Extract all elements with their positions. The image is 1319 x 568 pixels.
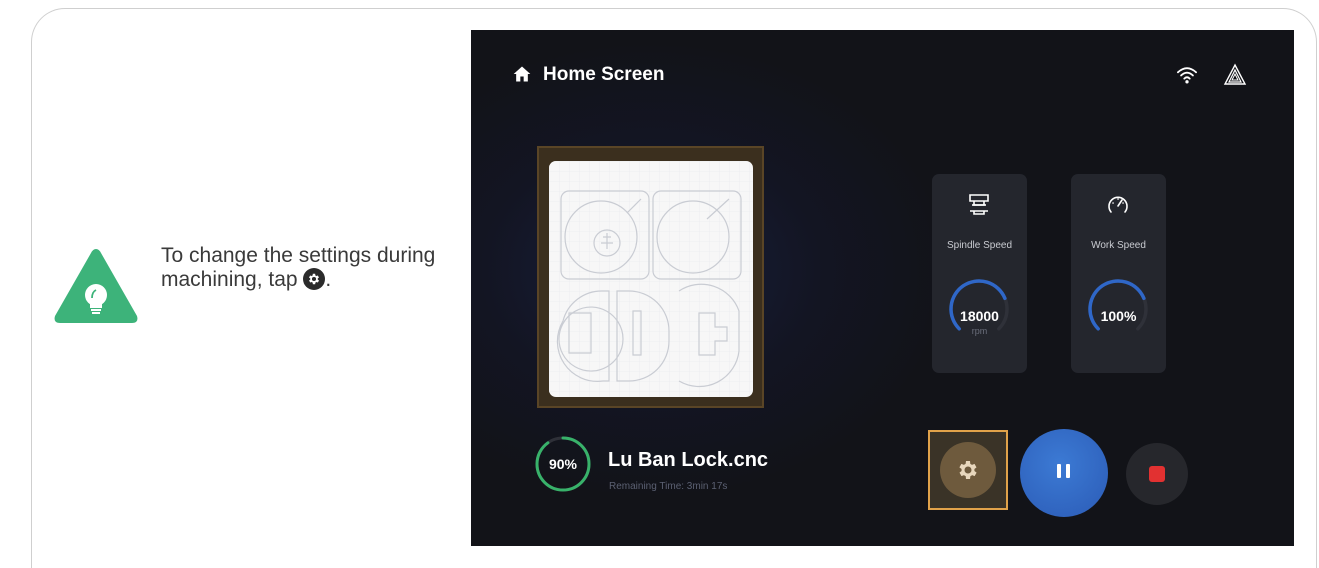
spindle-speed-unit: rpm — [971, 326, 988, 336]
job-file-name: Lu Ban Lock.cnc — [608, 449, 769, 471]
gear-icon — [959, 461, 977, 479]
spindle-speed-value: 18000 — [960, 308, 999, 324]
lightbulb-icon — [54, 249, 138, 323]
stop-icon — [1149, 466, 1165, 482]
brand-logo-icon — [1223, 63, 1247, 85]
stop-button[interactable] — [1126, 443, 1188, 505]
settings-button[interactable] — [928, 430, 1008, 510]
work-speed-label: Work Speed — [1091, 240, 1146, 251]
job-progress-label: 90% — [548, 456, 578, 472]
job-preview — [549, 161, 753, 397]
wifi-icon[interactable] — [1176, 65, 1198, 85]
screen-title: Home Screen — [543, 64, 665, 85]
gear-icon — [303, 268, 326, 290]
speedometer-icon — [1108, 196, 1128, 213]
tip-text: To change the settings during machining,… — [161, 244, 436, 291]
device-screen: Home Screen 90% Lu Ban Lock.cnc Remainin… — [471, 30, 1294, 546]
work-speed-card[interactable]: Work Speed 100% — [1071, 174, 1166, 373]
spindle-speed-label: Spindle Speed — [946, 240, 1013, 251]
pause-button[interactable] — [1020, 429, 1108, 517]
spindle-speed-card[interactable]: Spindle Speed 18000 rpm — [932, 174, 1027, 373]
spindle-icon — [969, 194, 989, 215]
remaining-time: Remaining Time: 3min 17s — [609, 481, 728, 492]
work-speed-value: 100% — [1100, 308, 1137, 324]
home-icon[interactable] — [512, 64, 532, 84]
